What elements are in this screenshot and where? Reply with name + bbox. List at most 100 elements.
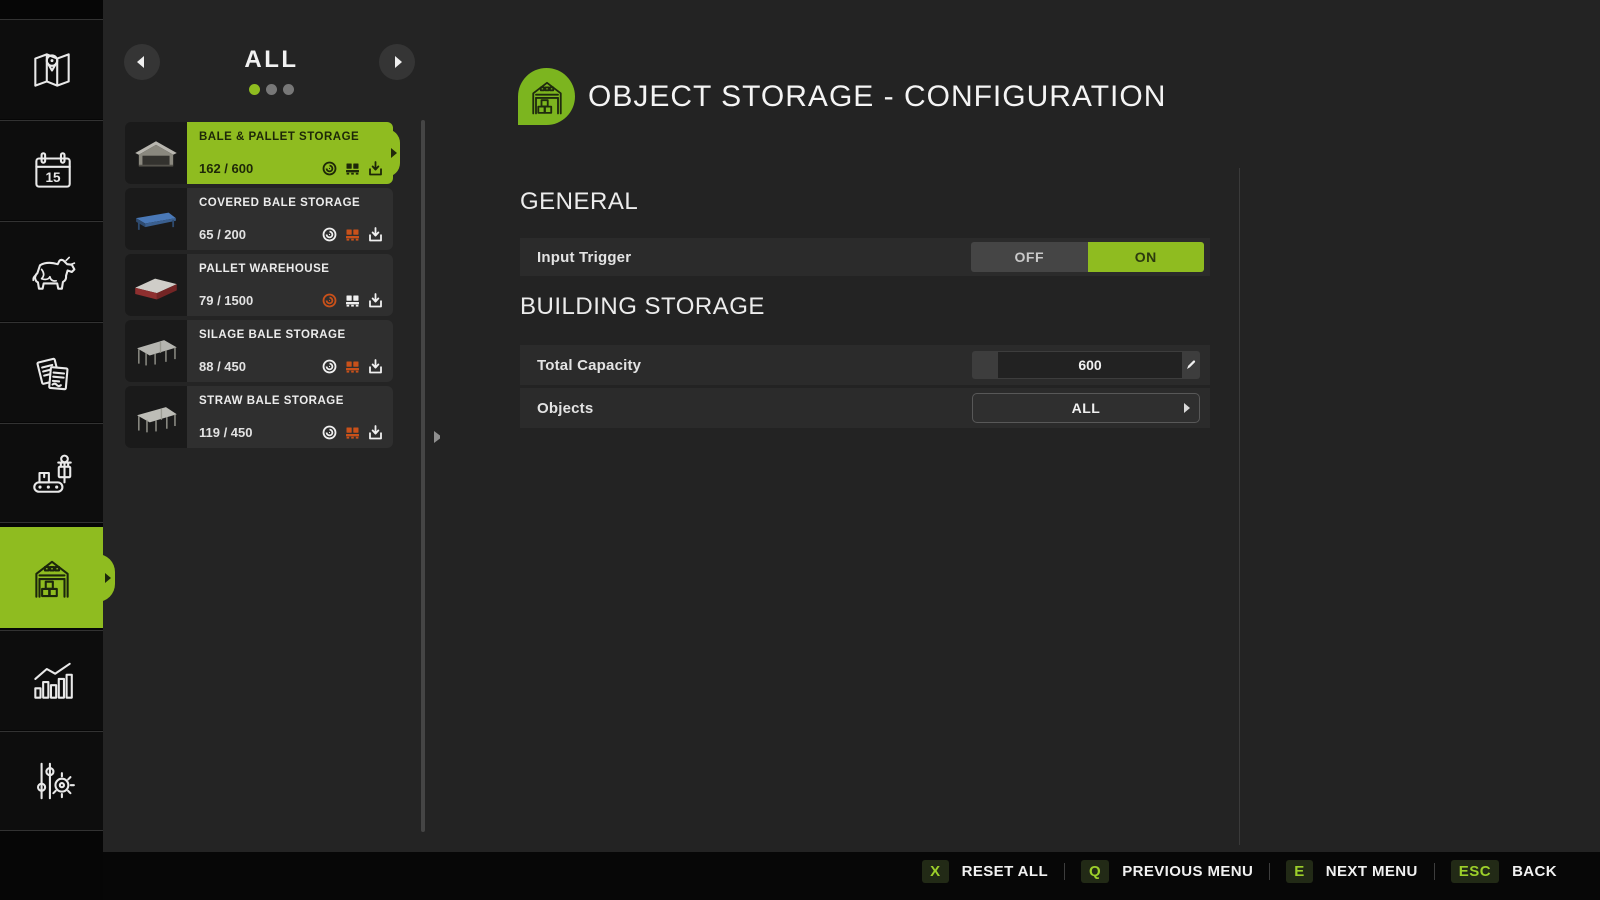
sidebar-item-animals[interactable] — [0, 221, 103, 321]
item-count: 162 / 600 — [199, 161, 253, 176]
sidebar-item-production[interactable] — [0, 423, 103, 523]
item-title: COVERED BALE STORAGE — [199, 197, 383, 209]
building-thumbnail — [125, 254, 187, 316]
store-in-icon — [368, 359, 383, 374]
sidebar-item-map[interactable] — [0, 19, 103, 119]
objects-label: Objects — [537, 400, 593, 417]
sidebar-item-statistics[interactable] — [0, 630, 103, 730]
item-count: 65 / 200 — [199, 227, 246, 242]
total-capacity-row: Total Capacity 600 — [520, 345, 1210, 385]
bar-chart-icon — [27, 656, 77, 706]
pagination-dot-active — [249, 84, 260, 95]
sliders-gear-icon — [27, 756, 77, 806]
key-x: X — [922, 860, 949, 883]
building-thumbnail — [125, 122, 187, 184]
cow-icon — [27, 247, 77, 297]
building-thumbnail — [125, 188, 187, 250]
page-title: OBJECT STORAGE - CONFIGURATION — [588, 80, 1166, 114]
documents-icon — [27, 348, 77, 398]
next-menu-hint[interactable]: E NEXT MENU — [1286, 860, 1417, 883]
store-in-icon — [368, 293, 383, 308]
pallet-icon — [345, 359, 360, 374]
sidebar-selected-tab — [91, 554, 115, 602]
list-item-pallet-warehouse[interactable]: PALLET WAREHOUSE 79 / 1500 — [125, 254, 393, 316]
total-capacity-value: 600 — [998, 352, 1182, 378]
total-capacity-input[interactable]: 600 — [972, 351, 1200, 379]
footer-separator — [1434, 863, 1435, 880]
list-item-silage-bale-storage[interactable]: SILAGE BALE STORAGE 88 / 450 — [125, 320, 393, 382]
storage-list: BALE & PALLET STORAGE 162 / 600 — [125, 122, 393, 452]
item-title: STRAW BALE STORAGE — [199, 395, 383, 407]
category-next-button[interactable] — [379, 44, 415, 80]
input-trigger-label: Input Trigger — [537, 249, 631, 266]
pallet-icon — [345, 227, 360, 242]
sidebar: 15 — [0, 0, 103, 900]
item-count: 88 / 450 — [199, 359, 246, 374]
calendar-icon: 15 — [27, 146, 77, 196]
object-storage-app-icon — [518, 68, 575, 125]
item-count: 79 / 1500 — [199, 293, 253, 308]
objects-dropdown[interactable]: ALL — [972, 393, 1200, 423]
building-thumbnail — [125, 386, 187, 448]
configuration-pane: OBJECT STORAGE - CONFIGURATION GENERAL I… — [440, 0, 1600, 852]
item-title: BALE & PALLET STORAGE — [199, 131, 383, 143]
round-bale-icon — [322, 161, 337, 176]
section-heading-general: GENERAL — [520, 188, 638, 216]
sidebar-item-settings[interactable] — [0, 731, 103, 831]
round-bale-icon — [322, 227, 337, 242]
previous-menu-label: PREVIOUS MENU — [1122, 863, 1253, 880]
input-trigger-row: Input Trigger OFF ON — [520, 238, 1210, 276]
key-esc: ESC — [1451, 860, 1499, 883]
pagination-dot — [283, 84, 294, 95]
round-bale-icon — [322, 293, 337, 308]
next-menu-label: NEXT MENU — [1326, 863, 1418, 880]
pagination-dot — [266, 84, 277, 95]
reset-all-label: RESET ALL — [962, 863, 1048, 880]
map-icon — [27, 45, 77, 95]
pencil-icon — [1185, 359, 1197, 371]
warehouse-icon — [525, 75, 569, 119]
sidebar-item-calendar[interactable]: 15 — [0, 120, 103, 220]
sidebar-item-contracts[interactable] — [0, 322, 103, 422]
reset-all-hint[interactable]: X RESET ALL — [922, 860, 1048, 883]
content-divider — [1239, 168, 1240, 845]
sidebar-item-object-storage[interactable] — [0, 527, 103, 628]
total-capacity-label: Total Capacity — [537, 357, 641, 374]
list-scrollbar[interactable] — [421, 120, 425, 832]
selected-item-arrow-icon — [391, 148, 397, 158]
warehouse-icon — [27, 553, 77, 603]
footer-separator — [1064, 863, 1065, 880]
edit-capacity-button[interactable] — [1183, 352, 1199, 378]
store-in-icon — [368, 425, 383, 440]
toggle-off-button[interactable]: OFF — [971, 242, 1088, 272]
objects-value: ALL — [1072, 400, 1101, 416]
pallet-icon — [345, 161, 360, 176]
list-item-covered-bale-storage[interactable]: COVERED BALE STORAGE 65 / 200 — [125, 188, 393, 250]
production-line-icon — [27, 448, 77, 498]
pallet-icon — [345, 293, 360, 308]
round-bale-icon — [322, 359, 337, 374]
pallet-icon — [345, 425, 360, 440]
objects-row: Objects ALL — [520, 388, 1210, 428]
previous-menu-hint[interactable]: Q PREVIOUS MENU — [1081, 860, 1253, 883]
back-hint[interactable]: ESC BACK — [1451, 860, 1557, 883]
item-title: SILAGE BALE STORAGE — [199, 329, 383, 341]
item-count: 119 / 450 — [199, 425, 253, 440]
list-item-straw-bale-storage[interactable]: STRAW BALE STORAGE 119 / 450 — [125, 386, 393, 448]
object-storage-config-screen: 15 — [0, 0, 1600, 900]
dropdown-arrow-icon — [1184, 403, 1190, 413]
pagination-dots — [103, 84, 440, 95]
store-in-icon — [368, 161, 383, 176]
right-arrow-icon — [395, 56, 402, 68]
input-trigger-toggle: OFF ON — [971, 242, 1204, 272]
storage-list-panel: ALL BALE & PALLET STORAGE — [103, 0, 440, 900]
back-label: BACK — [1512, 863, 1557, 880]
store-in-icon — [368, 227, 383, 242]
toggle-on-button[interactable]: ON — [1088, 242, 1205, 272]
key-e: E — [1286, 860, 1313, 883]
item-title: PALLET WAREHOUSE — [199, 263, 383, 275]
key-q: Q — [1081, 860, 1109, 883]
building-thumbnail — [125, 320, 187, 382]
list-item-bale-pallet-storage[interactable]: BALE & PALLET STORAGE 162 / 600 — [125, 122, 393, 184]
round-bale-icon — [322, 425, 337, 440]
